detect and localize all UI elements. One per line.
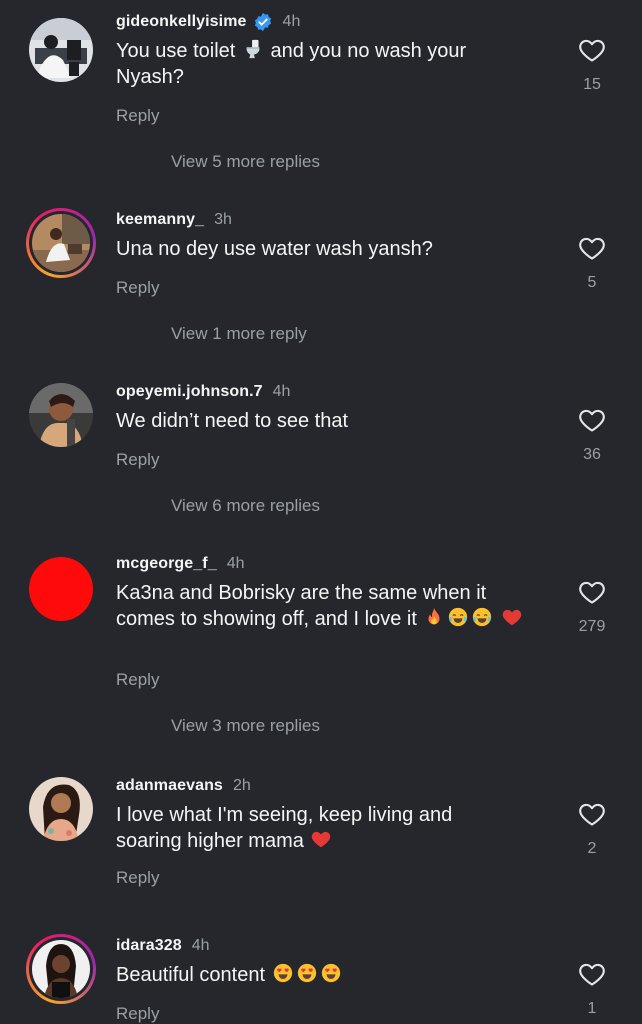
reply-button[interactable]: Reply	[116, 1004, 159, 1024]
comment-username[interactable]: adanmaevans	[116, 777, 223, 795]
reply-button[interactable]: Reply	[116, 868, 159, 888]
avatar-image	[29, 18, 93, 82]
comment-text: I love what I'm seeing, keep living and …	[116, 802, 496, 854]
like-heart-icon[interactable]	[577, 234, 607, 262]
comment-time: 4h	[226, 555, 245, 572]
comment-username[interactable]: opeyemi.johnson.7	[116, 383, 263, 401]
avatar-image	[32, 214, 90, 272]
comment-meta: idara328 4h	[116, 934, 210, 958]
comment-time: 3h	[214, 211, 232, 228]
like-heart-icon[interactable]	[577, 800, 607, 828]
comment-text: Beautiful content	[116, 962, 536, 988]
avatar-image	[29, 383, 93, 447]
like-heart-icon[interactable]	[577, 960, 607, 988]
reply-button[interactable]: Reply	[116, 670, 159, 690]
comment-time: 4h	[272, 383, 291, 400]
view-more-replies-button[interactable]: View 6 more replies	[171, 496, 320, 516]
comment-text-part: You use toilet	[116, 40, 236, 62]
comments-list: gideonkellyisime 4h You use toilet and y…	[0, 0, 642, 1024]
view-more-replies-button[interactable]: View 3 more replies	[171, 716, 320, 736]
verified-badge-icon	[254, 12, 271, 32]
comment-time: 4h	[282, 13, 301, 30]
comment-text: Ka3na and Bobrisky are the same when it …	[116, 580, 546, 632]
red-heart-emoji-icon	[310, 828, 332, 850]
avatar[interactable]	[26, 208, 96, 278]
comment-text: We didn’t need to see that	[116, 410, 349, 432]
like-count: 1	[587, 1000, 597, 1017]
comment-meta: mcgeorge_f_ 4h	[116, 552, 245, 576]
like-count: 279	[578, 618, 606, 635]
like-heart-icon[interactable]	[577, 406, 607, 434]
comment-text-part: Beautiful content	[116, 964, 265, 986]
tears-of-joy-emoji-icon	[447, 606, 469, 628]
tears-of-joy-emoji-icon	[471, 606, 493, 628]
comment-username[interactable]: keemanny_	[116, 211, 204, 229]
avatar[interactable]	[26, 15, 96, 85]
reply-button[interactable]: Reply	[116, 450, 159, 470]
avatar-image	[29, 557, 93, 621]
comment-text: Una no dey use water wash yansh?	[116, 238, 433, 260]
like-count: 5	[587, 274, 597, 291]
comment-username[interactable]: idara328	[116, 937, 182, 955]
comment-meta: keemanny_ 3h	[116, 208, 232, 232]
avatar[interactable]	[26, 554, 96, 624]
fire-emoji-icon	[423, 606, 445, 628]
avatar[interactable]	[26, 380, 96, 450]
toilet-emoji-icon	[242, 38, 264, 60]
like-count: 15	[583, 76, 601, 93]
comment-time: 4h	[191, 937, 210, 954]
like-count: 2	[587, 840, 597, 857]
heart-eyes-emoji-icon	[272, 962, 294, 984]
like-heart-icon[interactable]	[577, 36, 607, 64]
avatar[interactable]	[26, 774, 96, 844]
like-heart-icon[interactable]	[577, 578, 607, 606]
reply-button[interactable]: Reply	[116, 278, 159, 298]
avatar-image	[32, 940, 90, 998]
comment-meta: opeyemi.johnson.7 4h	[116, 380, 290, 404]
comment-text-part: I love what I'm seeing, keep living and …	[116, 804, 453, 852]
avatar[interactable]	[26, 934, 96, 1004]
comment-username[interactable]: gideonkellyisime	[116, 13, 247, 31]
heart-eyes-emoji-icon	[320, 962, 342, 984]
red-heart-emoji-icon	[501, 606, 523, 628]
reply-button[interactable]: Reply	[116, 106, 159, 126]
heart-eyes-emoji-icon	[296, 962, 318, 984]
comment-time: 2h	[232, 777, 251, 794]
comment-username[interactable]: mcgeorge_f_	[116, 555, 217, 573]
comment-meta: gideonkellyisime 4h	[116, 10, 300, 34]
view-more-replies-button[interactable]: View 5 more replies	[171, 152, 320, 172]
like-count: 36	[583, 446, 601, 463]
avatar-image	[29, 777, 93, 841]
view-more-replies-button[interactable]: View 1 more reply	[171, 324, 307, 344]
comment-text: You use toilet and you no wash your Nyas…	[116, 38, 516, 90]
comment-meta: adanmaevans 2h	[116, 774, 251, 798]
